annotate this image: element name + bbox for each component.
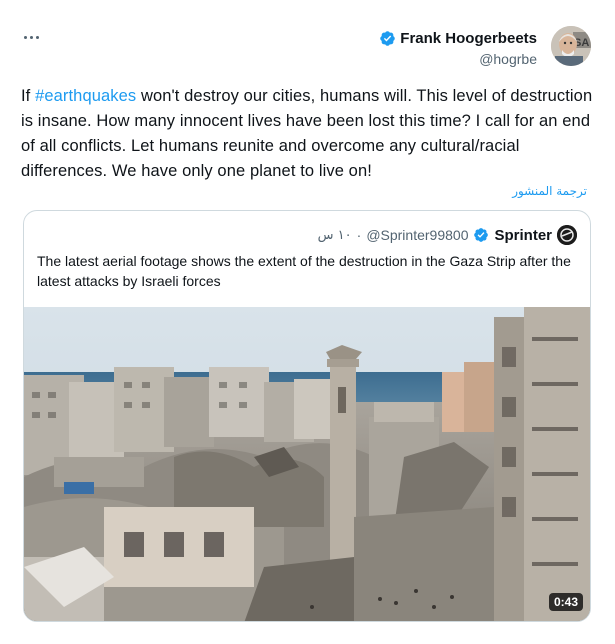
top-strip	[0, 0, 615, 16]
quoted-tweet-header: ١٠ س · @Sprinter99800 Sprinter	[318, 225, 577, 245]
bottom-strip	[0, 634, 615, 644]
quoted-tweet[interactable]: ١٠ س · @Sprinter99800 Sprinter The lates…	[23, 210, 591, 622]
quoted-avatar[interactable]	[557, 225, 577, 245]
quoted-author-name[interactable]: Sprinter	[494, 227, 552, 244]
tweet-text-start: If	[21, 87, 36, 105]
tweet-text: If #earthquakes won't destroy our cities…	[21, 84, 597, 184]
more-options-icon[interactable]	[24, 30, 44, 44]
video-player[interactable]: 0:43	[24, 307, 590, 621]
video-duration-badge: 0:43	[548, 593, 583, 611]
author-name-row[interactable]: Frank Hoogerbeets	[379, 28, 537, 48]
quoted-tweet-text: The latest aerial footage shows the exte…	[37, 253, 571, 289]
profile-photo: SA	[551, 26, 591, 66]
avatar[interactable]: SA	[551, 26, 591, 66]
verified-badge-icon	[474, 228, 489, 242]
translate-post-link[interactable]: ترجمة المنشور	[512, 184, 587, 198]
tweet-card: Frank Hoogerbeets @hogrbe SA If #earthqu…	[0, 0, 615, 644]
quoted-tweet-time[interactable]: ١٠ س	[318, 228, 352, 243]
tweet-header: Frank Hoogerbeets @hogrbe	[379, 28, 537, 67]
quoted-author-handle[interactable]: @Sprinter99800	[366, 227, 468, 243]
verified-badge-icon	[380, 30, 396, 46]
author-handle[interactable]: @hogrbe	[379, 51, 537, 67]
video-thumbnail	[24, 307, 590, 621]
sprinter-logo-icon	[557, 225, 577, 245]
author-display-name[interactable]: Frank Hoogerbeets	[400, 30, 537, 47]
separator-dot: ·	[356, 227, 362, 243]
hashtag-link[interactable]: #earthquakes	[35, 87, 136, 105]
